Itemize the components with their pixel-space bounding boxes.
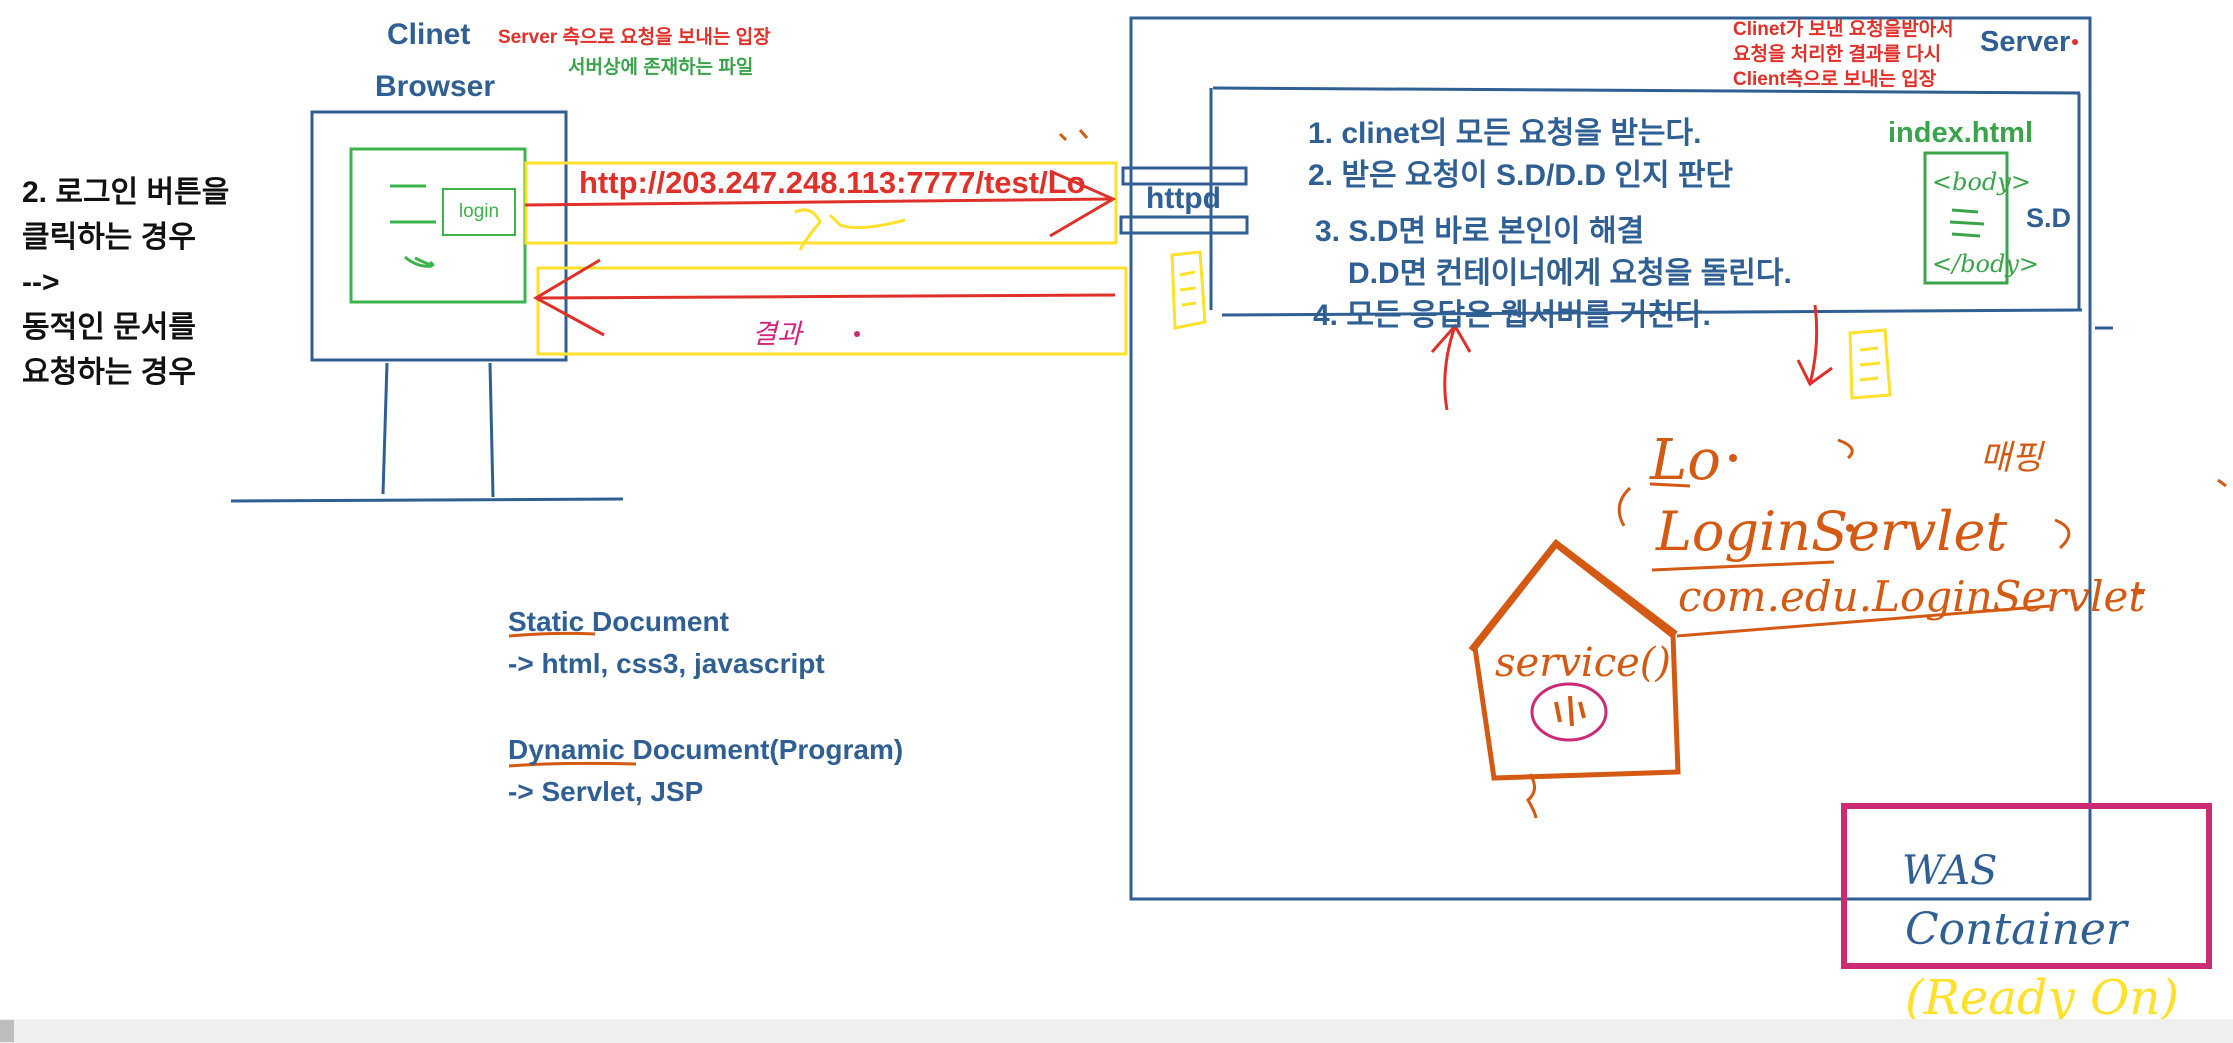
client-role-note: Server 측으로 요청을 보내는 입장: [498, 27, 771, 48]
index-html-lines: [1949, 208, 1985, 238]
response-arrow: [535, 293, 1116, 300]
servlet-house-roof: [1468, 538, 1678, 652]
dynamic-document-items: -> Servlet, JSP: [508, 776, 704, 807]
mapping-bracket-right: [2054, 518, 2071, 550]
ready-on-label: (Ready On): [1905, 970, 2179, 1026]
orange-dot-1: [1729, 454, 1737, 462]
webserver-step-3: 3. S.D면 바로 본인이 해결: [1315, 215, 1645, 248]
mapping-label: 매핑: [1980, 438, 2043, 478]
static-document-title: Static Document: [508, 606, 729, 637]
response-highlight: [536, 266, 1128, 356]
client-title: Clinet: [387, 18, 471, 51]
orange-mark-3: [2217, 478, 2227, 488]
webserver-step-2: 2. 받은 요청이 S.D/D.D 인지 판단: [1308, 159, 1734, 192]
servlet-class-label: com.edu.LoginServlet: [1678, 572, 2146, 621]
service-thread-mark: [1554, 695, 1586, 727]
document-icon-left: [1170, 250, 1207, 330]
dynamic-document-title: Dynamic Document(Program): [508, 734, 904, 765]
server-file-note: 서버상에 존재하는 파일: [568, 57, 754, 78]
static-document-label: S.D: [2026, 203, 2072, 233]
index-html-label: index.html: [1888, 117, 2034, 149]
webserver-step-4: 4. 모든 응답은 웹서버를 거친다.: [1313, 299, 1711, 332]
desk-line: [230, 497, 624, 503]
mapping-arrow: [1837, 438, 1854, 460]
webserver-step-1: 1. clinet의 모든 요청을 받는다.: [1308, 117, 1702, 150]
was-label: WAS: [1902, 848, 1998, 894]
result-dot: [854, 331, 860, 337]
url-pattern-label: Lo: [1650, 428, 1721, 493]
mapping-bracket-left: [1617, 486, 1632, 527]
browser-scribble: [390, 184, 436, 267]
client-browser-label: Browser: [375, 70, 496, 103]
servlet-name-label: LoginServlet: [1656, 500, 2008, 563]
monitor-leg-left: [381, 362, 389, 495]
static-document-items: -> html, css3, javascript: [508, 648, 825, 679]
horizontal-scrollbar[interactable]: [0, 1019, 2233, 1043]
index-html-body-open: <body>: [1932, 168, 2031, 196]
server-red-dot: [2072, 39, 2078, 45]
document-icon-right: [1848, 328, 1892, 400]
service-thread: [1530, 682, 1608, 742]
httpd-label: httpd: [1146, 182, 1221, 215]
request-url: http://203.247.248.113:7777/test/Lo: [579, 165, 1086, 200]
httpd-port-bottom: [1119, 215, 1249, 235]
server-label: Server: [1980, 26, 2071, 58]
monitor-leg-right: [488, 362, 495, 498]
service-method-label: service(): [1495, 640, 1671, 686]
house-tail: [1526, 773, 1538, 819]
orange-mark-2: [1058, 129, 1089, 142]
login-case-description: 2. 로그인 버튼을 클릭하는 경우 --> 동적인 문서를 요청하는 경우: [22, 176, 230, 389]
container-label: Container: [1905, 904, 2127, 955]
result-label: 결과: [752, 319, 802, 350]
response-up-arrow: [1430, 323, 1472, 411]
dd-down-arrow: [1796, 304, 1833, 387]
server-role-note: Clinet가 보낸 요청을받아서 요청을 처리한 결과를 다시 Client측…: [1733, 19, 1954, 90]
index-html-body-close: </body>: [1932, 250, 2039, 278]
webserver-step-3b: D.D면 컨테이너에게 요청을 돌린다.: [1348, 257, 1792, 290]
scrollbar-thumb[interactable]: [0, 1020, 14, 1042]
login-button[interactable]: login: [442, 188, 516, 236]
